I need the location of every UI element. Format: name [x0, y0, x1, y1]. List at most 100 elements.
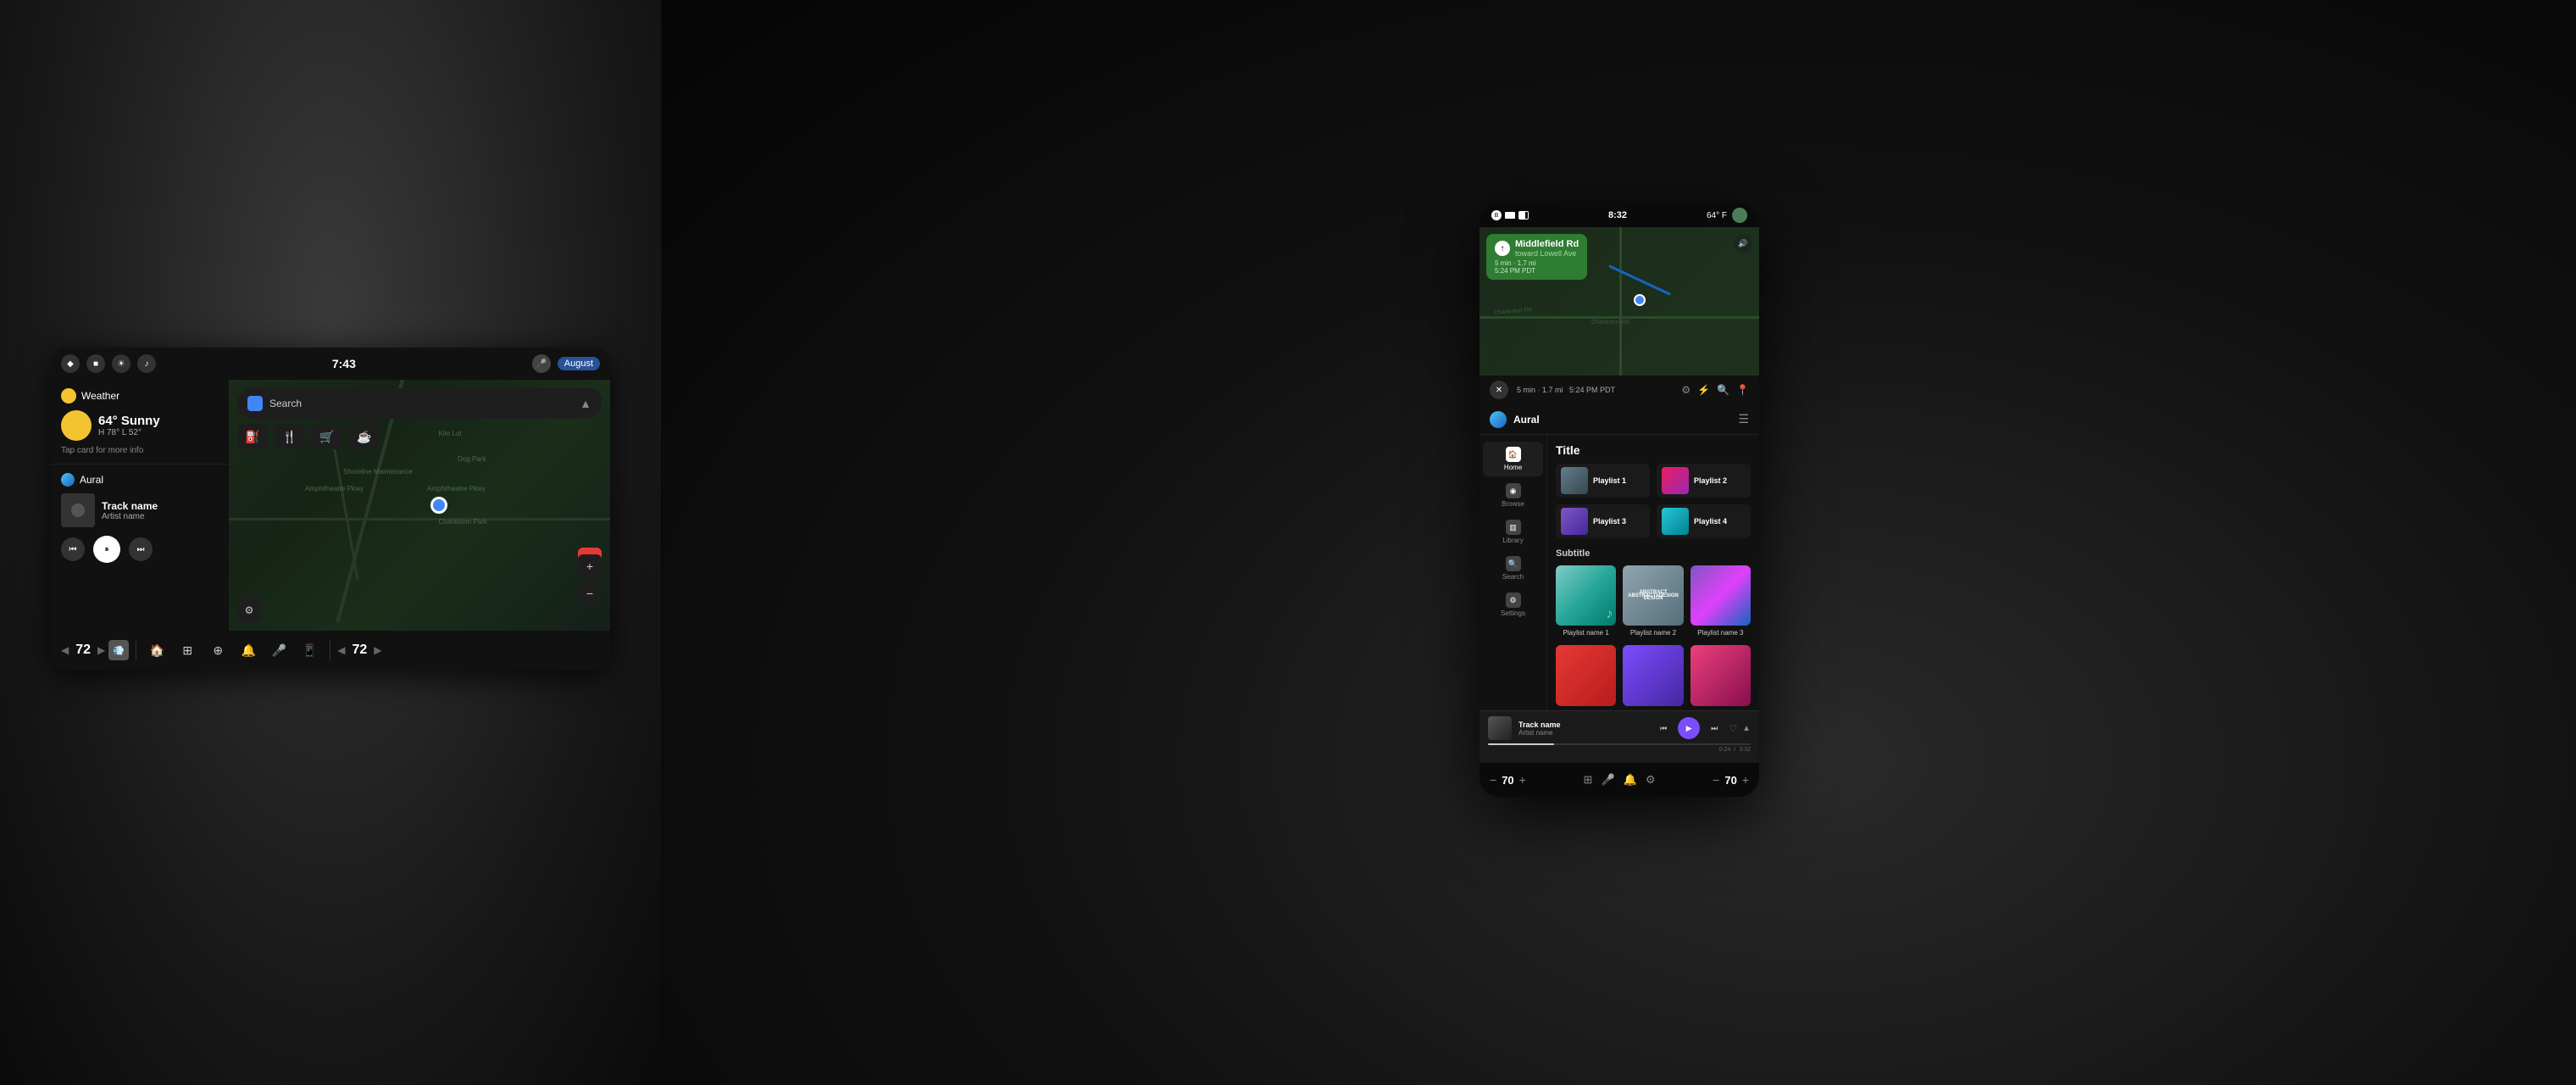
music-controls: ⏮ ⏸ ⏭ [61, 536, 219, 563]
settings-nav-icon[interactable]: ⚙ [1681, 384, 1690, 396]
np-progress-bar[interactable] [1488, 743, 1751, 745]
map-road-3 [330, 431, 359, 579]
second-item-1[interactable] [1556, 645, 1616, 705]
hu-sidebar: Weather 64° Sunny H 78° L 52° Tap card f… [51, 380, 229, 631]
content-title: Title [1556, 443, 1751, 457]
weather-info: 64° Sunny H 78° L 52° [98, 414, 160, 437]
playlist-item-3[interactable]: Playlist 3 [1556, 504, 1650, 538]
np-times: 0:24 / 3:32 [1488, 747, 1751, 753]
nav-eta: 5 min · 1.7 mi [1495, 259, 1579, 267]
np-progress-fill [1488, 743, 1554, 745]
fan-nav-button[interactable]: ⊕ [204, 637, 231, 664]
route-line [1608, 264, 1671, 296]
weather-tap: Tap card for more info [61, 446, 219, 455]
playlist-item-2[interactable]: Playlist 2 [1657, 464, 1751, 498]
filter-nav-icon[interactable]: ⚡ [1697, 384, 1710, 396]
apps-bottom-icon[interactable]: ⊞ [1584, 773, 1593, 787]
fuel-poi[interactable]: ⛽ [237, 424, 268, 449]
bell-nav-button[interactable]: 🔔 [235, 637, 262, 664]
sidebar-browse-label: Browse [1502, 500, 1524, 508]
featured-item-2[interactable]: ABSTRACTDESIGN Playlist name 2 [1623, 565, 1683, 637]
map-search-bar[interactable]: Search ▲ [237, 388, 602, 419]
queue-icon[interactable]: ☰ [1738, 412, 1749, 426]
np-track-name: Track name [1518, 721, 1647, 729]
playlist-thumb-1 [1561, 467, 1588, 494]
nav-close-button[interactable]: ✕ [1490, 381, 1508, 399]
featured-thumb-2: ABSTRACTDESIGN [1623, 565, 1683, 626]
map-road-2 [229, 518, 610, 520]
np-track-info: Track name Artist name [1518, 721, 1647, 737]
sidebar-item-home[interactable]: 🏠 Home [1483, 442, 1543, 476]
user-badge[interactable]: August [558, 357, 600, 370]
weather-sun-icon [61, 388, 76, 403]
temp-right-down[interactable]: ◀ [337, 644, 345, 656]
phone-map-road-label2: Charleston Rd [1591, 320, 1629, 326]
sidebar-library-label: Library [1502, 537, 1523, 544]
np-artist: Artist name [1518, 729, 1647, 737]
settings-bottom-icon[interactable]: ⚙ [1646, 773, 1656, 787]
weather-card[interactable]: Weather 64° Sunny H 78° L 52° Tap card f… [51, 380, 229, 465]
phone-nav-button[interactable]: 📱 [296, 637, 323, 664]
pause-button[interactable]: ⏸ [93, 536, 120, 563]
home-nav-button[interactable]: 🏠 [143, 637, 170, 664]
map-settings-icon[interactable]: ⚙ [237, 598, 261, 622]
playlist-item-4[interactable]: Playlist 4 [1657, 504, 1751, 538]
temp-right-up[interactable]: ▶ [374, 644, 381, 656]
phone-map-volume[interactable]: 🔊 [1734, 234, 1752, 253]
featured-item-3[interactable]: Playlist name 3 [1690, 565, 1751, 637]
temp-right-value: 72 [349, 643, 371, 658]
np-prev-button[interactable]: ⏮ [1654, 719, 1673, 737]
mic-nav-button[interactable]: 🎤 [265, 637, 292, 664]
pin-nav-icon[interactable]: 📍 [1736, 384, 1749, 396]
temp-right-minus[interactable]: − [1713, 773, 1719, 787]
phone-temp-left: 70 [1502, 774, 1513, 787]
second-item-3[interactable] [1690, 645, 1751, 705]
app-header: Aural ☰ [1480, 404, 1759, 435]
zoom-in-button[interactable]: + [578, 554, 602, 578]
temp-left-minus[interactable]: − [1490, 773, 1496, 787]
mic-icon[interactable]: 🎤 [532, 354, 551, 373]
app-logo [1490, 411, 1507, 428]
bell-bottom-icon[interactable]: 🔔 [1624, 773, 1637, 787]
nav-toward: toward Lowell Ave [1515, 249, 1579, 258]
search-text: Search [269, 398, 573, 409]
sidebar-item-library[interactable]: ▥ Library [1483, 515, 1543, 549]
playlist-item-1[interactable]: Playlist 1 [1556, 464, 1650, 498]
prev-button[interactable]: ⏮ [61, 537, 85, 561]
zoom-out-button[interactable]: − [578, 581, 602, 605]
search-nav-icon[interactable]: 🔍 [1717, 384, 1729, 396]
shop-poi[interactable]: 🛒 [312, 424, 342, 449]
weather-label: Weather [81, 390, 119, 402]
temp-right-plus[interactable]: + [1742, 773, 1749, 787]
apps-nav-button[interactable]: ⊞ [174, 637, 201, 664]
np-like-button[interactable]: ♡ [1729, 723, 1737, 734]
phone-temp-right: 70 [1724, 774, 1736, 787]
food-poi[interactable]: 🍴 [275, 424, 305, 449]
phone-map-road-v [1619, 227, 1622, 376]
phone-bottom-icons: ⊞ 🎤 🔔 ⚙ [1584, 773, 1656, 787]
app-name: Aural [1513, 414, 1540, 426]
sidebar-item-settings[interactable]: ⚙ Settings [1483, 587, 1543, 622]
right-panel: B 8:32 64° F Charleston Rd Charleston Rd [663, 0, 2576, 1085]
np-play-button[interactable]: ▶ [1678, 717, 1700, 739]
np-thumbnail [1488, 716, 1512, 740]
second-item-2[interactable] [1623, 645, 1683, 705]
sidebar-home-label: Home [1504, 464, 1522, 471]
next-button[interactable]: ⏭ [129, 537, 153, 561]
featured-item-1[interactable]: Playlist name 1 [1556, 565, 1616, 637]
temp-left-up[interactable]: ▶ [97, 644, 105, 656]
np-next-button[interactable]: ⏭ [1705, 719, 1724, 737]
signal-bars [1505, 212, 1515, 219]
map-place-amphitheatre2: Amphitheatre Pkwy [427, 485, 486, 492]
turn-arrow-icon: ↑ [1495, 241, 1510, 256]
sidebar-item-search[interactable]: 🔍 Search [1483, 551, 1543, 586]
featured-label-1: Playlist name 1 [1556, 629, 1616, 637]
temp-left-plus[interactable]: + [1519, 773, 1526, 787]
mic-bottom-icon[interactable]: 🎤 [1601, 773, 1614, 787]
sidebar-item-browse[interactable]: ◉ Browse [1483, 478, 1543, 513]
temp-left-down[interactable]: ◀ [61, 644, 69, 656]
phone-location-dot [1634, 294, 1646, 306]
now-playing-bar: Track name Artist name ⏮ ▶ ⏭ ♡ ▲ 0:24 [1480, 710, 1759, 763]
cafe-poi[interactable]: ☕ [349, 424, 380, 449]
np-expand-button[interactable]: ▲ [1742, 724, 1751, 733]
